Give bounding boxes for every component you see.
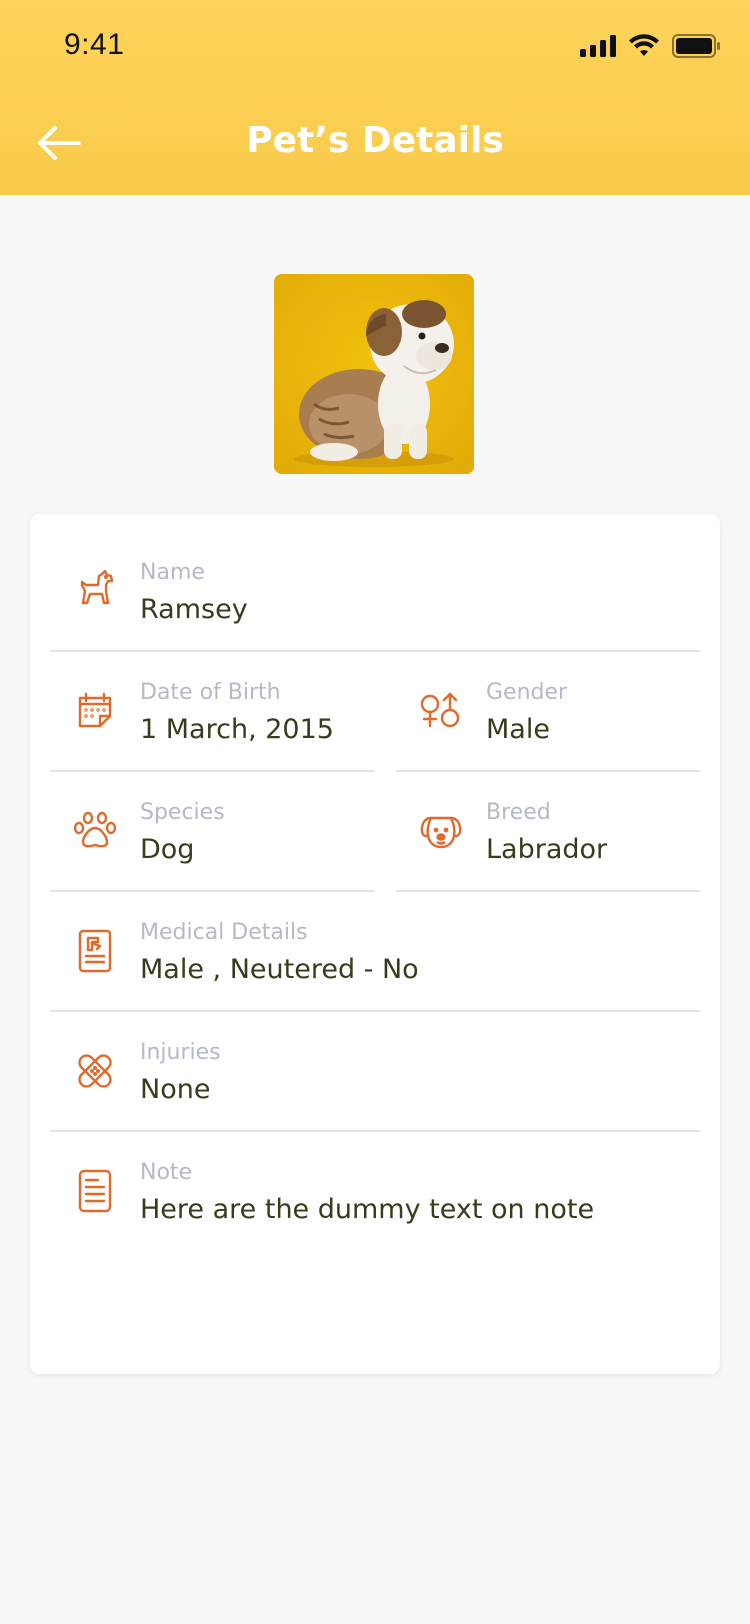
calendar-icon [78, 692, 112, 728]
medical-value: Male , Neutered - No [140, 954, 419, 985]
breed-label: Breed [486, 800, 551, 825]
dob-value: 1 March, 2015 [140, 714, 334, 745]
species-label: Species [140, 800, 225, 825]
wifi-icon [629, 34, 659, 56]
gender-icon [420, 692, 460, 728]
injuries-value: None [140, 1074, 211, 1105]
injuries-row: Injuries None [50, 1012, 700, 1132]
note-label: Note [140, 1160, 193, 1185]
bandage-icon [78, 1054, 112, 1088]
gender-row: Gender Male [396, 652, 700, 772]
note-row: Note Here are the dummy text on note [50, 1132, 700, 1252]
medical-label: Medical Details [140, 920, 308, 945]
breed-row: Breed Labrador [396, 772, 700, 892]
name-value: Ramsey [140, 594, 248, 625]
dob-row: Date of Birth 1 March, 2015 [50, 652, 375, 772]
dob-label: Date of Birth [140, 680, 281, 705]
name-row: Name Ramsey [50, 532, 700, 652]
app-header: 9:41 Pet’s Details [0, 0, 750, 195]
species-row: Species Dog [50, 772, 375, 892]
injuries-label: Injuries [140, 1040, 221, 1065]
status-time: 9:41 [64, 28, 125, 61]
note-value: Here are the dummy text on note [140, 1194, 595, 1225]
page-title: Pet’s Details [246, 120, 504, 161]
status-icons [580, 34, 720, 58]
signal-icon [580, 35, 616, 57]
gender-value: Male [486, 714, 550, 745]
paw-icon [73, 811, 117, 848]
dog-icon [80, 569, 114, 605]
breed-value: Labrador [486, 834, 608, 865]
medical-row: Medical Details Male , Neutered - No [50, 892, 700, 1012]
medical-report-icon [78, 929, 112, 973]
note-icon [78, 1169, 112, 1213]
gender-label: Gender [486, 680, 568, 705]
species-value: Dog [140, 834, 195, 865]
name-label: Name [140, 560, 205, 585]
pet-details-card: Name Ramsey Date of Birth 1 March, 2015 [30, 514, 720, 1374]
pet-photo [274, 274, 474, 474]
dog-face-icon [420, 816, 462, 849]
battery-icon [672, 34, 720, 58]
